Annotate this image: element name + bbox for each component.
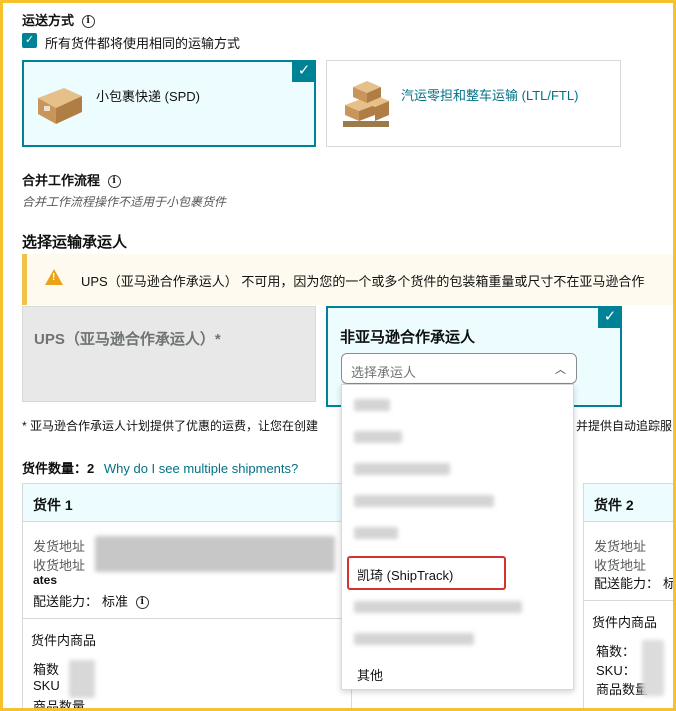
dropdown-option[interactable] [342, 453, 575, 485]
qty-label: 商品数量 [596, 682, 649, 697]
carrier-select-placeholder: 选择承运人 [351, 365, 417, 380]
check-icon: ✓ [292, 60, 316, 82]
capability-row: 配送能力： 标准 i [33, 591, 149, 610]
dropdown-option[interactable] [342, 421, 575, 453]
chevron-up-icon: ︿ [555, 364, 566, 376]
shipment-header: 货件 1 [23, 484, 351, 522]
same-method-checkbox[interactable]: ✓ [22, 33, 37, 48]
boxes-label: 箱数 [33, 662, 60, 677]
warning-icon: ! [45, 269, 63, 285]
option-ltl-label: 汽运零担和整车运输 (LTL/FTL) [401, 88, 579, 103]
carrier-alert: ! UPS（亚马逊合作承运人） 不可用，因为您的一个或多个货件的包装箱重量或尺寸… [22, 254, 676, 305]
carrier-title: 选择运输承运人 [22, 234, 128, 251]
info-icon[interactable]: i [81, 15, 95, 29]
redacted-address [95, 536, 335, 572]
shipping-method-title: 运送方式 i [22, 10, 95, 29]
workflow-note: 合并工作流程操作不适用于小包裹货件 [22, 195, 227, 209]
from-label: 发货地址 [33, 539, 86, 554]
alert-text: UPS（亚马逊合作承运人） 不可用，因为您的一个或多个货件的包装箱重量或尺寸不在… [81, 274, 645, 289]
dropdown-option-other[interactable]: 其他 [342, 657, 575, 689]
footnote-left: * 亚马逊合作承运人计划提供了优惠的运费，让您在创建 [22, 419, 319, 433]
footnote-right: 并提供自动追踪服 [576, 419, 673, 433]
option-spd-card[interactable]: ✓ 小包裹快递 (SPD) [22, 60, 316, 147]
contents-title: 货件内商品 [592, 615, 658, 630]
sku-label: SKU [33, 678, 60, 693]
package-box-icon [38, 88, 82, 124]
workflow-title: 合并工作流程 i [22, 170, 121, 189]
redacted-counts [642, 640, 664, 696]
why-multiple-link[interactable]: Why do I see multiple shipments? [104, 461, 298, 476]
dropdown-option[interactable] [342, 517, 575, 549]
address-fragment: ates [33, 573, 58, 587]
option-spd-label: 小包裹快递 (SPD) [96, 89, 201, 104]
from-label: 发货地址 [594, 539, 647, 554]
dropdown-option[interactable] [342, 485, 575, 517]
dropdown-option[interactable] [342, 591, 575, 623]
capability-row: 配送能力：标 [594, 576, 676, 591]
dropdown-option[interactable] [342, 623, 575, 655]
contents-title: 货件内商品 [31, 633, 97, 648]
check-icon: ✓ [598, 306, 622, 328]
to-label: 收货地址 [33, 558, 86, 573]
shipment-header: 货件 2 [584, 484, 675, 522]
boxes-label: 箱数： [596, 644, 636, 659]
shipment-card-2: 货件 2 发货地址 收货地址 配送能力：标 货件内商品 箱数： SKU： 商品数… [583, 483, 676, 711]
redacted-counts [69, 660, 95, 698]
highlight-box [347, 556, 506, 590]
ups-carrier-label: UPS（亚马逊合作承运人）* [34, 331, 221, 348]
info-icon[interactable]: i [107, 175, 121, 189]
carrier-select[interactable]: 选择承运人 ︿ [341, 353, 577, 384]
carrier-dropdown-list: 凯琦 (ShipTrack) 其他 [341, 384, 574, 690]
qty-label: 商品数量 [33, 699, 86, 711]
ups-carrier-card: UPS（亚马逊合作承运人）* [22, 306, 316, 402]
divider [23, 618, 351, 619]
non-partner-label: 非亚马逊合作承运人 [340, 329, 476, 346]
same-method-label: 所有货件都将使用相同的运输方式 [45, 36, 241, 51]
option-ltl-card[interactable]: 汽运零担和整车运输 (LTL/FTL) [326, 60, 621, 147]
to-label: 收货地址 [594, 558, 647, 573]
info-icon[interactable]: i [135, 596, 149, 610]
shipments-count: 货件数量：2 Why do I see multiple shipments? [22, 461, 299, 476]
dropdown-option[interactable] [342, 389, 575, 421]
sku-label: SKU： [596, 663, 636, 678]
divider [584, 600, 676, 601]
shipment-card-1: 货件 1 发货地址 收货地址 ates 配送能力： 标准 i 货件内商品 箱数 S… [22, 483, 352, 711]
pallet-boxes-icon [343, 81, 389, 127]
